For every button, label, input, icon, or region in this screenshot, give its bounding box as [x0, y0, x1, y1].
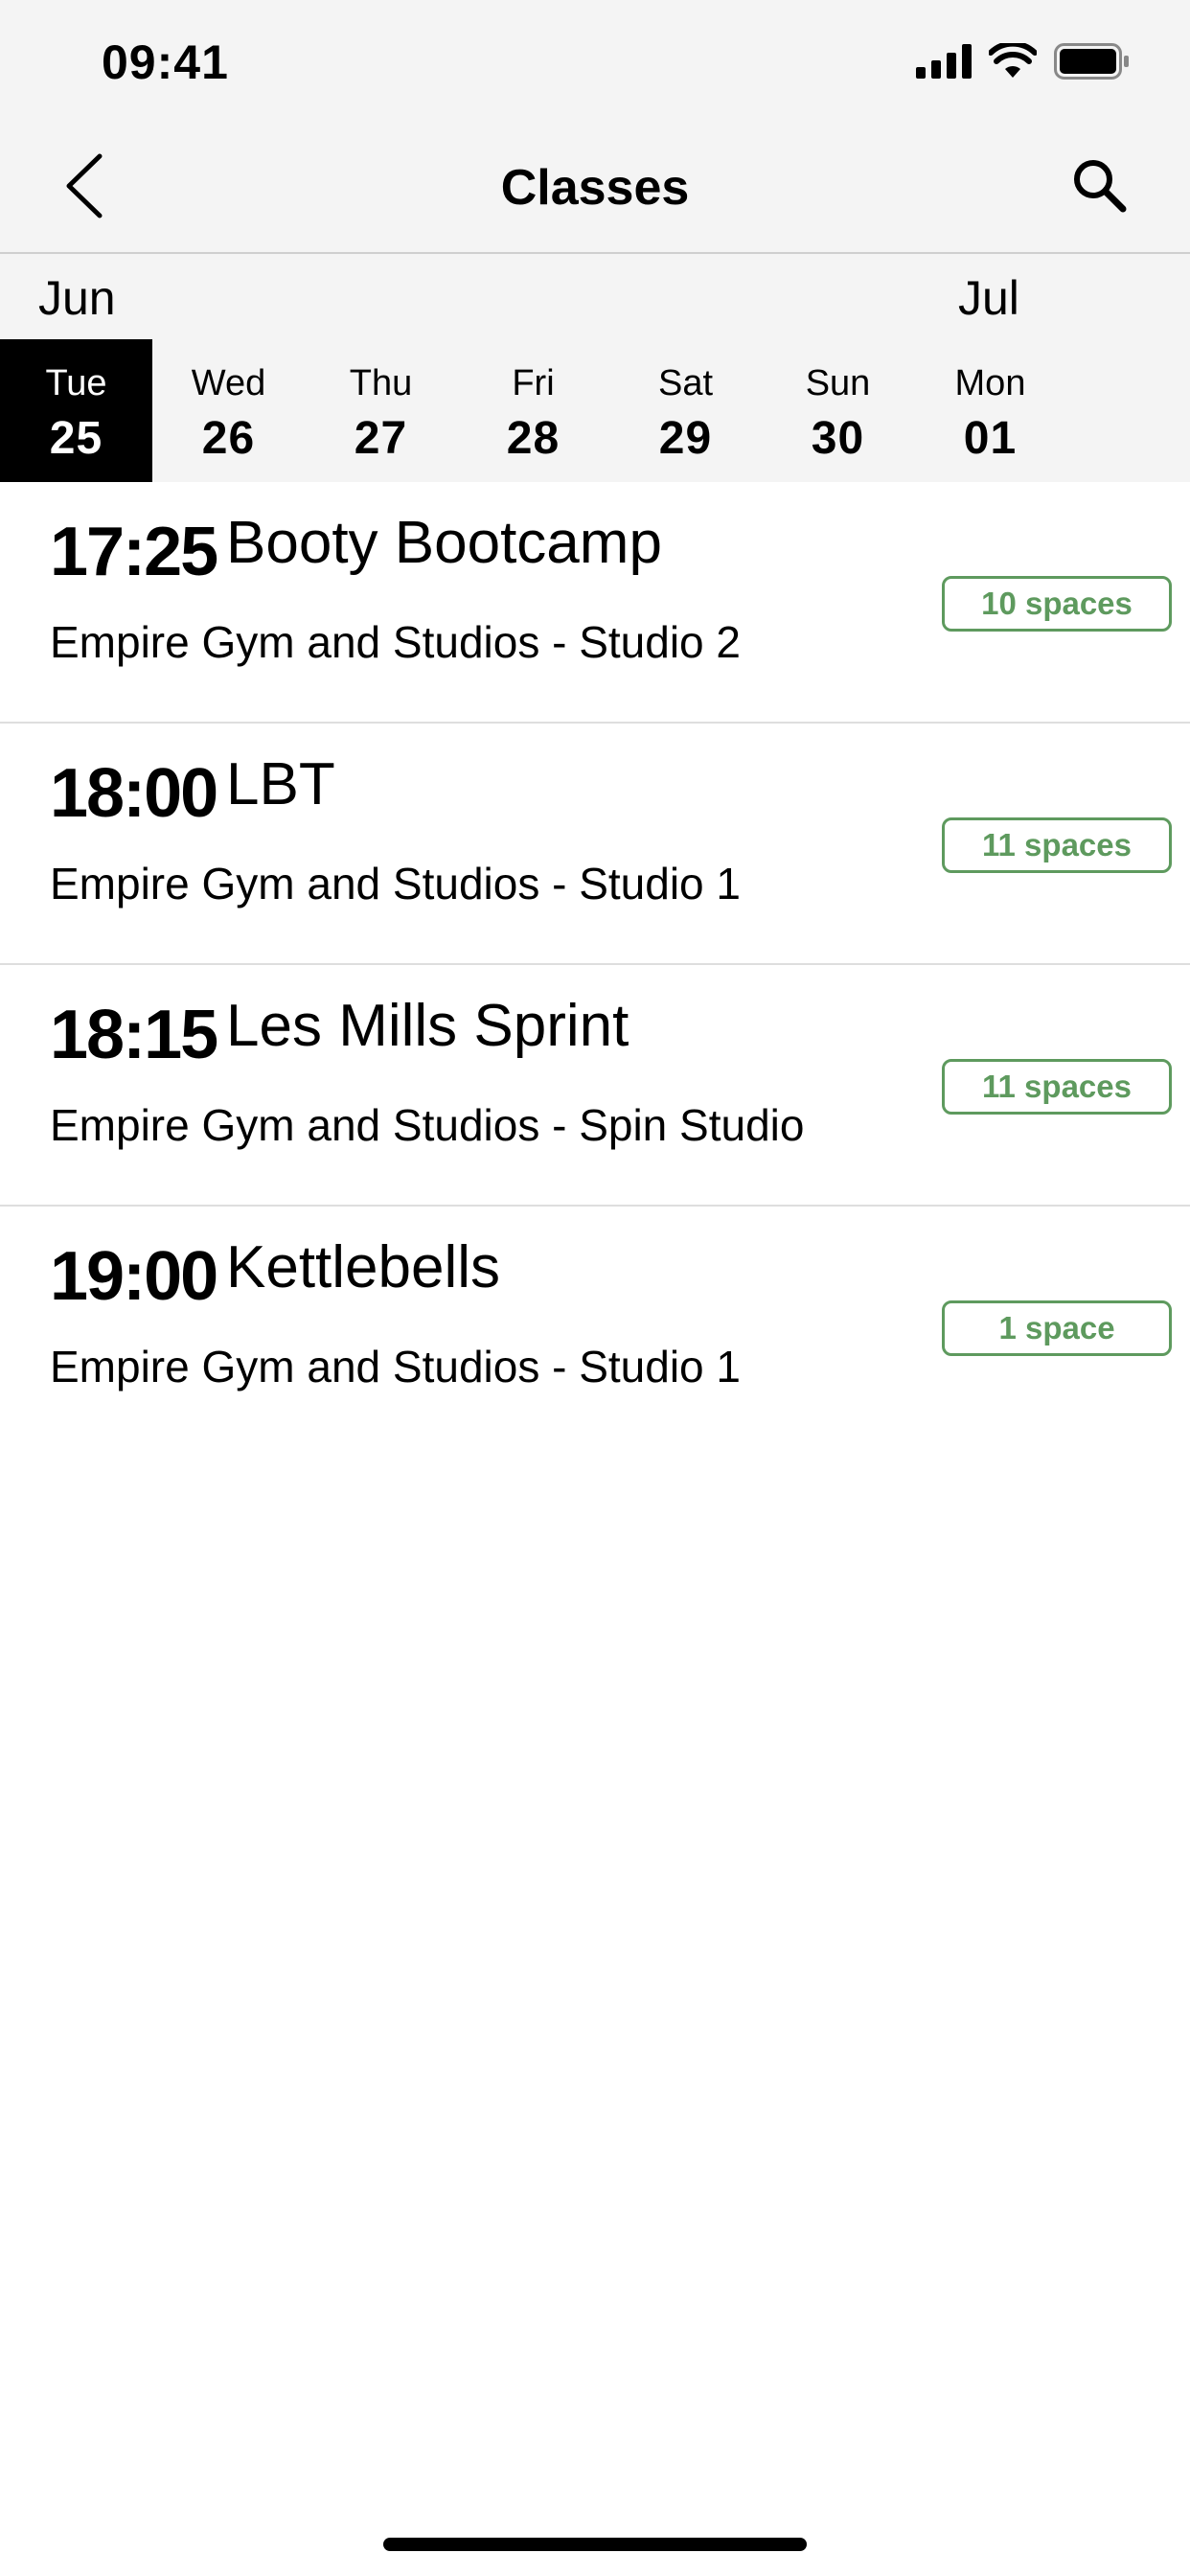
day-number: 01 — [963, 413, 1018, 464]
search-icon — [1070, 156, 1128, 218]
class-name: Booty Bootcamp — [226, 510, 662, 576]
day-number: 27 — [354, 413, 408, 464]
day-sun-30[interactable]: Sun 30 — [762, 339, 914, 482]
day-wed-26[interactable]: Wed 26 — [152, 339, 305, 482]
class-time: 17:25 — [50, 514, 218, 590]
status-icons — [916, 40, 1131, 84]
class-row[interactable]: 18:00 LBT Empire Gym and Studios - Studi… — [0, 724, 1190, 965]
day-name: Thu — [349, 363, 413, 403]
class-location: Empire Gym and Studios - Studio 1 — [50, 1342, 741, 1392]
day-sat-29[interactable]: Sat 29 — [609, 339, 762, 482]
nav-divider — [0, 252, 1190, 254]
class-list: 17:25 Booty Bootcamp Empire Gym and Stud… — [0, 482, 1190, 1448]
class-time: 18:15 — [50, 997, 218, 1073]
day-name: Sun — [805, 363, 871, 403]
day-number: 30 — [811, 413, 865, 464]
day-fri-28[interactable]: Fri 28 — [457, 339, 609, 482]
day-name: Wed — [191, 363, 266, 403]
day-name: Fri — [512, 363, 555, 403]
spaces-badge: 1 space — [942, 1300, 1172, 1356]
status-time: 09:41 — [102, 35, 229, 89]
class-name: Les Mills Sprint — [226, 993, 629, 1059]
class-time: 18:00 — [50, 755, 218, 832]
class-location: Empire Gym and Studios - Spin Studio — [50, 1100, 805, 1150]
day-tue-25[interactable]: Tue 25 — [0, 339, 152, 482]
signal-icon — [916, 43, 972, 83]
day-name: Mon — [954, 363, 1026, 403]
class-name: LBT — [226, 751, 335, 817]
class-row[interactable]: 17:25 Booty Bootcamp Empire Gym and Stud… — [0, 482, 1190, 724]
day-number: 28 — [506, 413, 561, 464]
day-name: Sat — [657, 363, 714, 403]
day-number: 26 — [201, 413, 256, 464]
spaces-badge: 10 spaces — [942, 576, 1172, 632]
spaces-badge: 11 spaces — [942, 1059, 1172, 1115]
day-number: 25 — [49, 413, 103, 464]
day-selector: Tue 25 Wed 26 Thu 27 Fri 28 Sat 29 Sun 3… — [0, 339, 1066, 482]
class-time: 19:00 — [50, 1238, 218, 1315]
class-row[interactable]: 18:15 Les Mills Sprint Empire Gym and St… — [0, 965, 1190, 1207]
search-button[interactable] — [1065, 153, 1133, 220]
day-mon-01[interactable]: Mon 01 — [914, 339, 1066, 482]
battery-icon — [1054, 42, 1131, 84]
page-title: Classes — [500, 160, 690, 216]
wifi-icon — [988, 40, 1038, 84]
month-label-jun: Jun — [38, 271, 116, 325]
class-name: Kettlebells — [226, 1234, 501, 1300]
class-row[interactable]: 19:00 Kettlebells Empire Gym and Studios… — [0, 1207, 1190, 1448]
spaces-badge: 11 spaces — [942, 817, 1172, 873]
class-location: Empire Gym and Studios - Studio 2 — [50, 617, 741, 667]
month-label-jul: Jul — [958, 271, 1019, 325]
header-area: 09:41 Classes Jun Jul Tue 25 Wed 26 Thu … — [0, 0, 1190, 482]
day-name: Tue — [45, 363, 107, 403]
home-indicator[interactable] — [383, 2538, 807, 2551]
day-thu-27[interactable]: Thu 27 — [305, 339, 457, 482]
class-location: Empire Gym and Studios - Studio 1 — [50, 859, 741, 908]
day-number: 29 — [658, 413, 713, 464]
